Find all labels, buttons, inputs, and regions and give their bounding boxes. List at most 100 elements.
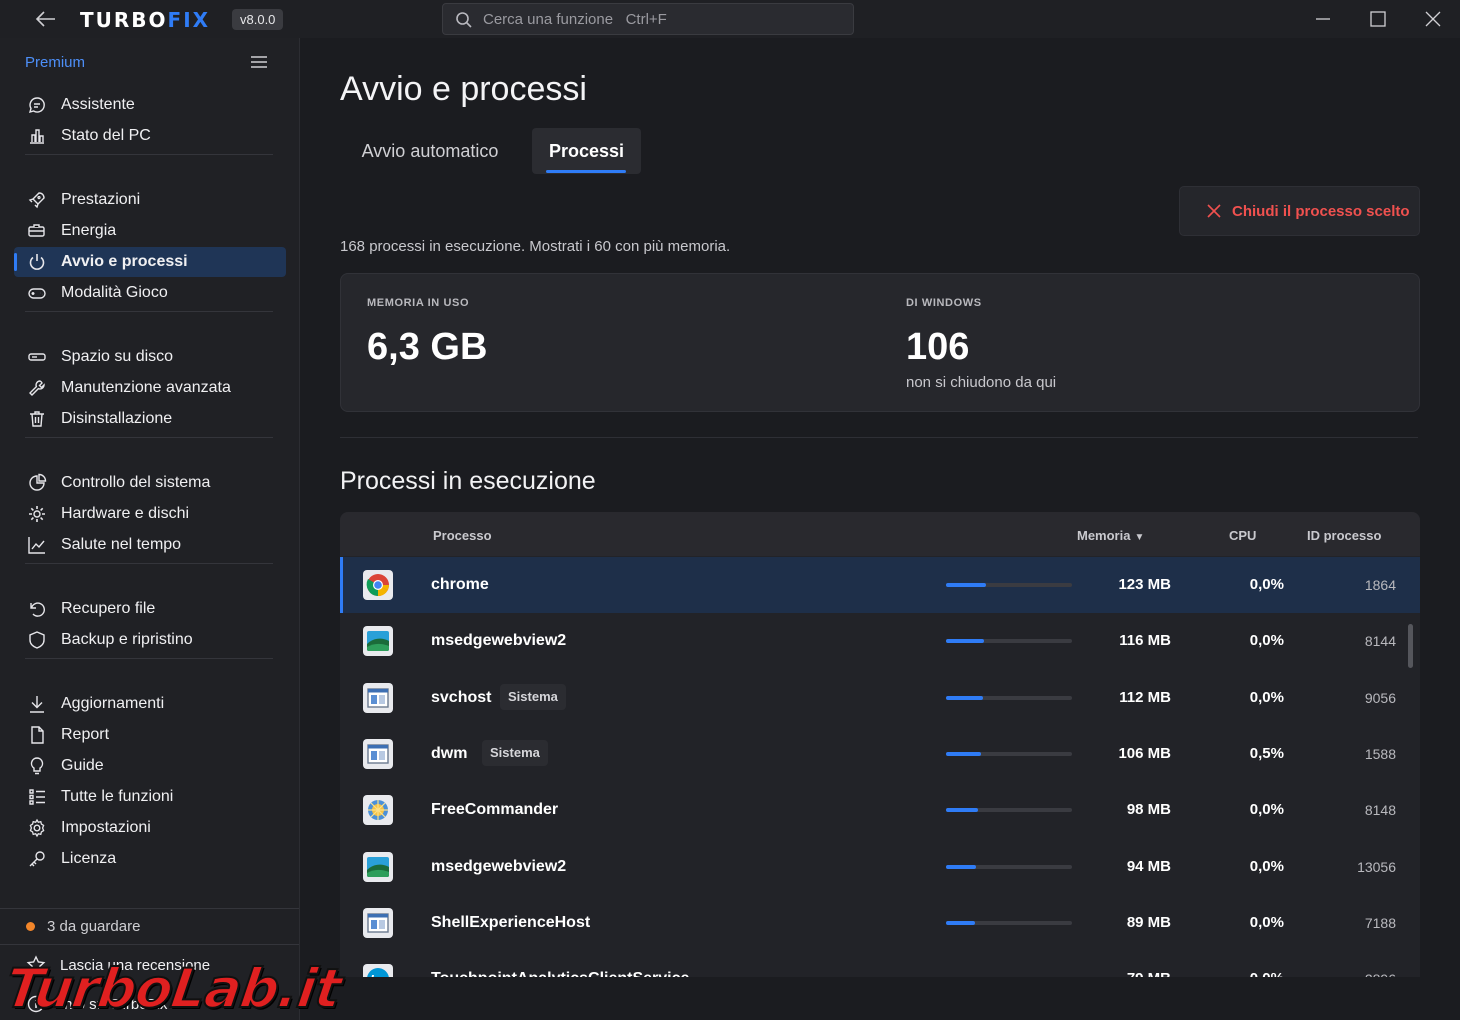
table-row[interactable]: hp TouchpointAnalyticsClientService 79 MB 0… xyxy=(340,951,1420,977)
table-row[interactable]: ShellExperienceHost 89 MB 0,0% 7188 xyxy=(340,895,1420,951)
bulb-icon xyxy=(27,756,47,776)
title-bar: TURBOFIX v8.0.0 xyxy=(0,0,1460,38)
tab-processi[interactable]: Processi xyxy=(532,128,641,174)
rocket-icon xyxy=(27,190,47,210)
sidebar-item-stato-del-pc[interactable]: Stato del PC xyxy=(14,121,286,151)
column-header-memory-label: Memoria xyxy=(1077,528,1131,543)
watermark-logo: TurboLab.it xyxy=(1,956,346,1020)
hp-icon: hp xyxy=(362,963,394,977)
memory-bar xyxy=(946,752,1072,756)
sidebar-item-guide[interactable]: Guide xyxy=(14,751,286,781)
stats-card: MEMORIA IN USO 6,3 GB DI WINDOWS 106 non… xyxy=(340,273,1420,412)
sidebar-divider xyxy=(25,658,273,659)
gamepad-icon xyxy=(27,283,47,303)
column-header-process[interactable]: Processo xyxy=(433,528,492,543)
process-name: svchost xyxy=(431,689,492,706)
sidebar-item-manutenzione-avanzata[interactable]: Manutenzione avanzata xyxy=(14,373,286,403)
back-arrow-icon[interactable] xyxy=(34,8,58,30)
sidebar-item-hardware-e-dischi[interactable]: Hardware e dischi xyxy=(14,499,286,529)
cpu-value: 0,0% xyxy=(1249,689,1284,706)
tab-label: Processi xyxy=(548,141,625,161)
table-row[interactable]: FreeCommander 98 MB 0,0% 8148 xyxy=(340,782,1420,838)
chrome-icon xyxy=(362,569,394,601)
pid-value: 1864 xyxy=(1364,577,1396,593)
premium-link[interactable]: Premium xyxy=(25,54,85,71)
sidebar-item-assistente[interactable]: Assistente xyxy=(14,90,286,120)
stat-value-memory: 6,3 GB xyxy=(367,326,488,368)
process-name: msedgewebview2 xyxy=(431,858,567,875)
tab-avvio-automatico[interactable]: Avvio automatico xyxy=(340,128,520,174)
kill-process-button[interactable]: Chiudi il processo scelto xyxy=(1179,186,1420,236)
sidebar-item-salute-nel-tempo[interactable]: Salute nel tempo xyxy=(14,530,286,560)
kill-process-label: Chiudi il processo scelto xyxy=(1232,202,1410,220)
sidebar-item-licenza[interactable]: Licenza xyxy=(14,844,286,874)
sidebar-item-impostazioni[interactable]: Impostazioni xyxy=(14,813,286,843)
memory-value: 116 MB xyxy=(1119,632,1171,649)
sidebar-item-avvio-e-processi[interactable]: Avvio e processi xyxy=(14,247,286,277)
power-icon xyxy=(27,252,47,272)
memory-bar xyxy=(946,696,1072,700)
sidebar-item-report[interactable]: Report xyxy=(14,720,286,750)
cpu-value: 0,0% xyxy=(1249,576,1284,593)
memory-bar xyxy=(946,583,1072,587)
sidebar-item-label: Energia xyxy=(61,222,117,239)
sort-desc-icon: ▼ xyxy=(1134,532,1145,543)
window-app-icon xyxy=(362,738,394,770)
status-indicator[interactable]: 3 da guardare xyxy=(26,918,140,935)
stat-label-windows: DI WINDOWS xyxy=(906,297,982,309)
memory-bar-fill xyxy=(946,752,982,756)
sidebar-item-controllo-del-sistema[interactable]: Controllo del sistema xyxy=(14,468,286,498)
memory-value: 89 MB xyxy=(1126,914,1171,931)
memory-value: 98 MB xyxy=(1126,801,1171,818)
column-header-cpu[interactable]: CPU xyxy=(1229,528,1256,543)
memory-bar xyxy=(946,921,1072,925)
list-icon xyxy=(27,787,47,807)
column-header-pid[interactable]: ID processo xyxy=(1307,528,1381,543)
search-input[interactable] xyxy=(483,4,843,34)
cpu-value: 0,0% xyxy=(1210,970,1284,977)
window-app-icon xyxy=(362,907,394,939)
trash-icon xyxy=(27,409,47,429)
cpu-value: 0,0% xyxy=(1249,632,1284,649)
sidebar-item-prestazioni[interactable]: Prestazioni xyxy=(14,185,286,215)
minimize-icon[interactable] xyxy=(1312,8,1334,30)
sidebar-item-tutte-le-funzioni[interactable]: Tutte le funzioni xyxy=(14,782,286,812)
search-box[interactable] xyxy=(442,3,854,35)
process-name: dwm xyxy=(431,745,468,762)
page-title: Avvio e processi xyxy=(340,70,587,108)
memory-bar xyxy=(946,865,1072,869)
pid-value: 13056 xyxy=(1357,859,1396,875)
sidebar-item-modalit-gioco[interactable]: Modalità Gioco xyxy=(14,278,286,308)
memory-value: 123 MB xyxy=(1118,576,1171,593)
document-icon xyxy=(27,725,47,745)
sidebar-item-label: Disinstallazione xyxy=(61,410,173,427)
chart-icon xyxy=(27,126,47,146)
table-row[interactable]: chrome 123 MB 0,0% 1864 xyxy=(340,557,1420,613)
memory-value: 106 MB xyxy=(1118,745,1171,762)
version-badge: v8.0.0 xyxy=(232,9,284,30)
table-row[interactable]: dwm Sistema 106 MB 0,5% 1588 xyxy=(340,726,1420,782)
table-row[interactable]: msedgewebview2 116 MB 0,0% 8144 xyxy=(340,613,1420,669)
sidebar-item-label: Tutte le funzioni xyxy=(61,788,174,805)
sidebar-divider xyxy=(25,563,273,564)
sidebar-divider xyxy=(25,437,273,438)
close-window-icon[interactable] xyxy=(1422,8,1444,30)
cpu-value: 0,0% xyxy=(1249,801,1284,818)
hamburger-menu-icon[interactable] xyxy=(248,52,270,72)
sidebar-item-label: Impostazioni xyxy=(61,819,151,836)
table-row[interactable]: svchost Sistema 112 MB 0,0% 9056 xyxy=(340,670,1420,726)
maximize-icon[interactable] xyxy=(1367,8,1389,30)
sidebar-item-disinstallazione[interactable]: Disinstallazione xyxy=(14,404,286,434)
sidebar-item-spazio-su-disco[interactable]: Spazio su disco xyxy=(14,342,286,372)
table-scrollbar[interactable] xyxy=(1408,624,1413,668)
sidebar-item-backup-e-ripristino[interactable]: Backup e ripristino xyxy=(14,625,286,655)
sidebar-item-aggiornamenti[interactable]: Aggiornamenti xyxy=(14,689,286,719)
sidebar-item-energia[interactable]: Energia xyxy=(14,216,286,246)
table-row[interactable]: msedgewebview2 94 MB 0,0% 13056 xyxy=(340,839,1420,895)
close-icon xyxy=(1206,203,1222,219)
column-header-memory[interactable]: Memoria ▼ xyxy=(1077,528,1144,543)
section-title: Processi in esecuzione xyxy=(340,467,596,495)
memory-bar xyxy=(946,639,1072,643)
download-icon xyxy=(27,694,47,714)
sidebar-item-recupero-file[interactable]: Recupero file xyxy=(14,594,286,624)
